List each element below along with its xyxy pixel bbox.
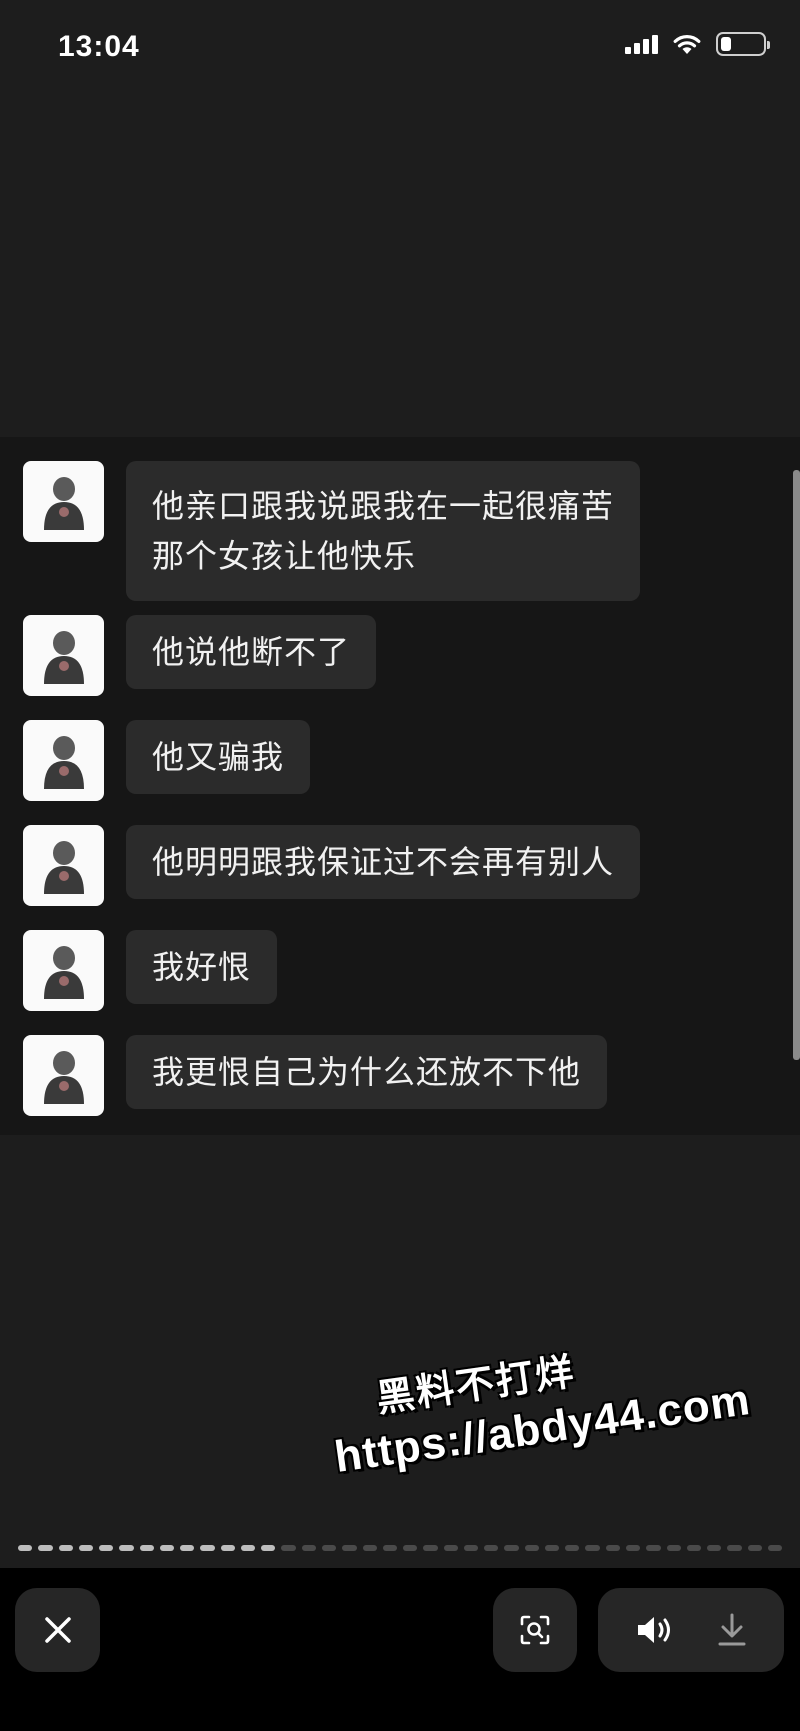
progress-segment xyxy=(727,1545,742,1551)
avatar-figure-icon xyxy=(43,945,84,999)
message-bubble: 我好恨 xyxy=(126,930,278,1004)
close-icon xyxy=(44,1617,71,1643)
message-bubble: 他明明跟我保证过不会再有别人 xyxy=(126,825,641,899)
progress-segment xyxy=(200,1545,215,1551)
progress-segment xyxy=(99,1545,114,1551)
scan-icon xyxy=(520,1615,550,1645)
battery-icon xyxy=(716,32,770,56)
message-text: 那个女孩让他快乐 xyxy=(152,537,417,575)
progress-segment xyxy=(78,1545,94,1551)
progress-segment xyxy=(119,1545,134,1551)
avatar xyxy=(23,720,104,801)
progress-segment xyxy=(686,1545,702,1551)
message-text: 他亲口跟我说跟我在一起很痛苦 xyxy=(152,487,615,525)
progress-segment xyxy=(321,1545,337,1551)
message-text: 我更恨自己为什么还放不下他 xyxy=(152,1053,582,1091)
progress-segment xyxy=(565,1545,580,1551)
status-time: 13:04 xyxy=(58,30,140,63)
progress-segment xyxy=(240,1545,256,1551)
progress-segment xyxy=(362,1545,377,1551)
status-icons xyxy=(625,32,770,56)
scan-button[interactable] xyxy=(493,1588,577,1672)
message-bubble: 他又骗我 xyxy=(126,720,311,794)
avatar-figure-icon xyxy=(43,1050,84,1104)
progress-segment xyxy=(423,1545,438,1551)
progress-segment xyxy=(463,1545,479,1551)
progress-segment xyxy=(625,1545,641,1551)
message-text: 他说他断不了 xyxy=(152,633,351,671)
message-row: 他又骗我 xyxy=(23,720,311,801)
avatar xyxy=(23,930,104,1011)
watermark: 黑料不打烊 https://abdy44.com xyxy=(303,1314,781,1536)
message-row: 他明明跟我保证过不会再有别人 xyxy=(23,825,641,906)
progress-segment xyxy=(139,1545,154,1551)
message-bubble: 他亲口跟我说跟我在一起很痛苦 那个女孩让他快乐 xyxy=(126,461,641,601)
speaker-icon[interactable] xyxy=(635,1614,675,1646)
message-row: 我更恨自己为什么还放不下他 xyxy=(23,1035,608,1116)
progress-segment xyxy=(382,1545,398,1551)
status-bar: 13:04 xyxy=(0,0,800,100)
progress-segment xyxy=(403,1545,418,1551)
progress-segment xyxy=(220,1545,235,1551)
story-progress-bar xyxy=(18,1545,783,1551)
progress-segment xyxy=(38,1545,53,1551)
message-bubble: 他说他断不了 xyxy=(126,615,377,689)
progress-segment xyxy=(666,1545,681,1551)
signal-icon xyxy=(625,34,658,54)
progress-segment xyxy=(484,1545,499,1551)
avatar xyxy=(23,1035,104,1116)
message-text: 他明明跟我保证过不会再有别人 xyxy=(152,843,615,881)
message-row: 我好恨 xyxy=(23,930,278,1011)
progress-segment xyxy=(301,1545,316,1551)
download-icon[interactable] xyxy=(716,1612,748,1648)
message-row: 他亲口跟我说跟我在一起很痛苦 那个女孩让他快乐 xyxy=(23,461,641,601)
media-controls xyxy=(598,1588,784,1672)
message-text: 他又骗我 xyxy=(152,738,285,776)
message-row: 他说他断不了 xyxy=(23,615,377,696)
scrollbar[interactable] xyxy=(793,470,800,1060)
avatar xyxy=(23,615,104,696)
progress-segment xyxy=(443,1545,458,1551)
progress-segment xyxy=(767,1545,783,1551)
avatar-figure-icon xyxy=(43,476,84,530)
message-bubble: 我更恨自己为什么还放不下他 xyxy=(126,1035,608,1109)
progress-segment xyxy=(18,1545,33,1551)
progress-segment xyxy=(342,1545,357,1551)
progress-segment xyxy=(281,1545,296,1551)
progress-segment xyxy=(544,1545,560,1551)
progress-segment xyxy=(180,1545,195,1551)
bottom-toolbar xyxy=(0,1568,800,1731)
progress-segment xyxy=(504,1545,519,1551)
progress-segment xyxy=(707,1545,722,1551)
progress-segment xyxy=(747,1545,762,1551)
progress-segment xyxy=(605,1545,620,1551)
close-button[interactable] xyxy=(15,1588,100,1672)
progress-segment xyxy=(585,1545,600,1551)
message-text: 我好恨 xyxy=(152,948,252,986)
progress-segment xyxy=(524,1545,539,1551)
avatar xyxy=(23,461,104,542)
wifi-icon xyxy=(673,35,701,54)
progress-segment xyxy=(159,1545,175,1551)
avatar-figure-icon xyxy=(43,840,84,894)
avatar-figure-icon xyxy=(43,735,84,789)
progress-segment xyxy=(58,1545,73,1551)
progress-segment xyxy=(261,1545,276,1551)
avatar-figure-icon xyxy=(43,630,84,684)
battery-level xyxy=(721,37,731,51)
progress-segment xyxy=(646,1545,661,1551)
avatar xyxy=(23,825,104,906)
